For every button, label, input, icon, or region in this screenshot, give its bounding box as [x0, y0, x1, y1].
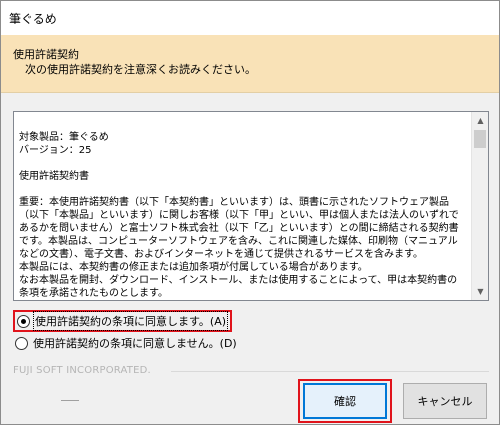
- agree-radio-label[interactable]: 使用許諾契約の条項に同意します。(A): [32, 311, 229, 331]
- scroll-up-icon[interactable]: ▲: [472, 112, 488, 129]
- header-subtitle: 次の使用許諾契約を注意深くお読みください。: [25, 63, 256, 76]
- license-line: バージョン：25: [19, 145, 92, 156]
- disagree-radio-button[interactable]: [15, 336, 28, 350]
- header-title: 使用許諾契約: [13, 48, 79, 61]
- license-line: 対象製品：筆ぐるめ: [19, 132, 109, 143]
- brand-label: FUJI SOFT INCORPORATED.: [13, 365, 151, 376]
- license-line: 本製品には、本契約書の修正または追加条項が付属している場合があります。: [19, 262, 368, 273]
- ok-button[interactable]: 確認: [303, 383, 387, 419]
- dialog-header: 使用許諾契約 次の使用許諾契約を注意深くお読みください。: [1, 35, 499, 93]
- license-dialog: 筆ぐるめ 使用許諾契約 次の使用許諾契約を注意深くお読みください。 対象製品：筆…: [0, 0, 500, 425]
- title-bar: 筆ぐるめ: [1, 1, 499, 35]
- footer-divider: [171, 371, 489, 372]
- agree-radio-option[interactable]: 使用許諾契約の条項に同意します。(A): [13, 310, 233, 332]
- scroll-thumb[interactable]: [474, 130, 486, 148]
- license-line: 使用許諾契約書: [19, 171, 89, 182]
- scroll-down-icon[interactable]: ▼: [472, 283, 488, 300]
- window-title: 筆ぐるめ: [9, 12, 57, 26]
- disagree-radio-option[interactable]: 使用許諾契約の条項に同意しません。(D): [15, 333, 237, 353]
- license-line: 重要：本使用許諾契約書（以下「本契約書」といいます）は、頭書に示されたソフトウェ…: [19, 197, 459, 260]
- cancel-button[interactable]: キャンセル: [403, 383, 487, 419]
- license-text-box[interactable]: 対象製品：筆ぐるめ バージョン：25 使用許諾契約書 重要：本使用許諾契約書（以…: [13, 111, 489, 301]
- vertical-scrollbar[interactable]: ▲ ▼: [471, 112, 488, 300]
- disagree-radio-label[interactable]: 使用許諾契約の条項に同意しません。(D): [33, 335, 237, 351]
- license-text: 対象製品：筆ぐるめ バージョン：25 使用許諾契約書 重要：本使用許諾契約書（以…: [19, 118, 467, 300]
- agree-radio-button[interactable]: [17, 314, 30, 328]
- footer-dash: [61, 400, 79, 401]
- license-line: なお本製品を開封、ダウンロード、インストール、または使用することによって、甲は本…: [19, 275, 458, 299]
